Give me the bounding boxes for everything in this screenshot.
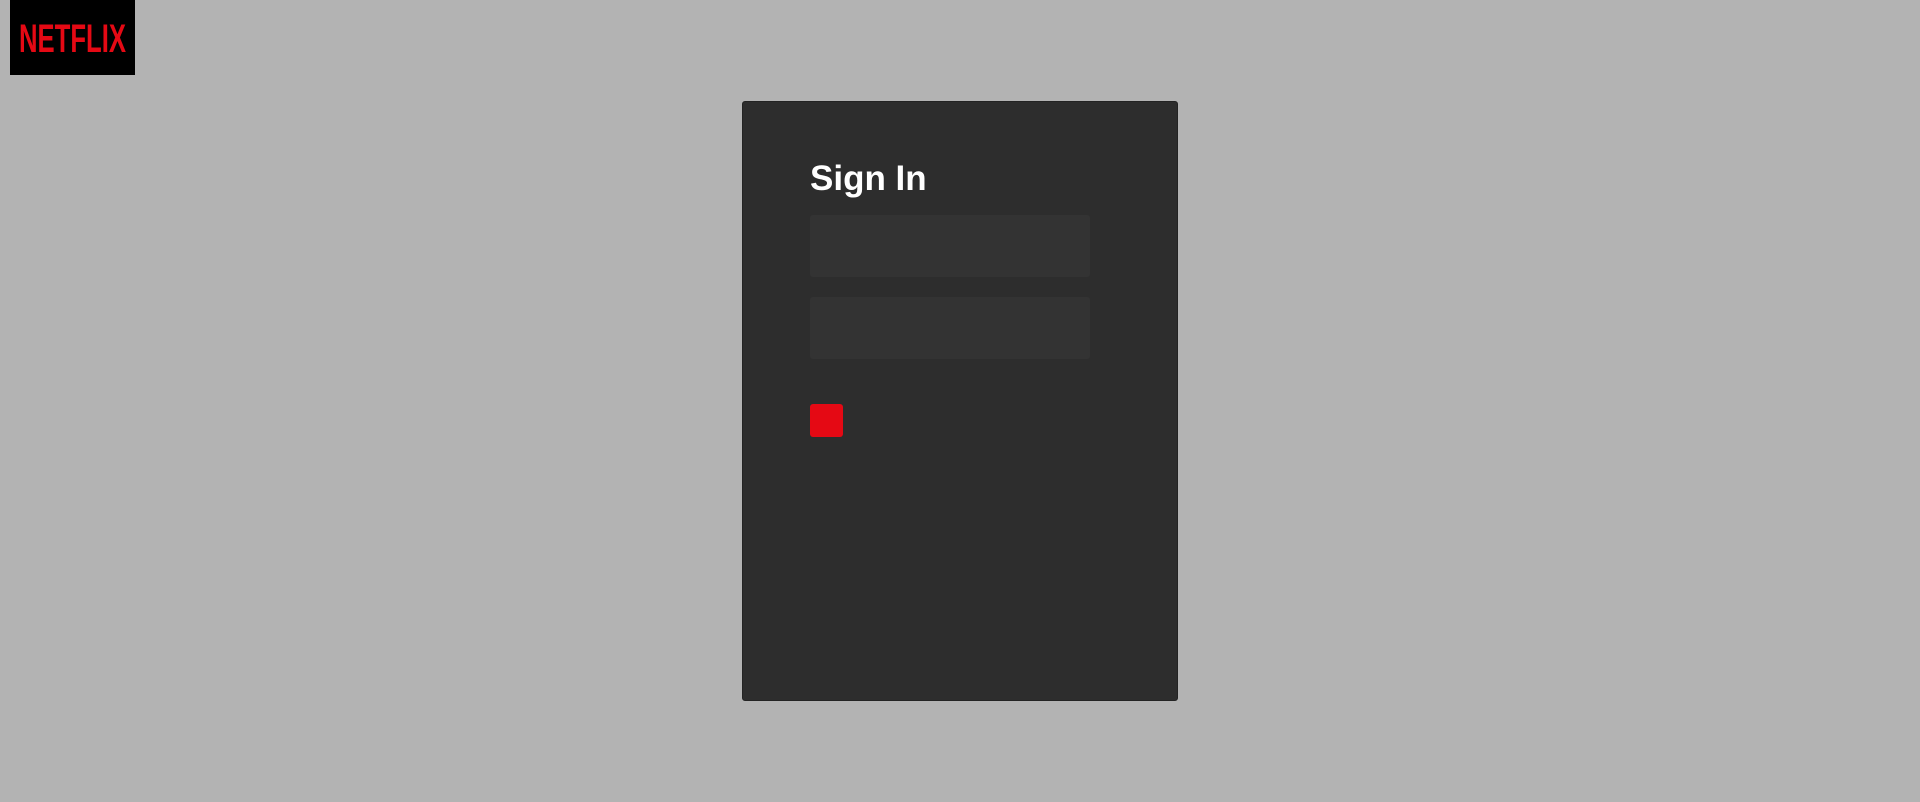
signin-card: Sign In [742, 101, 1178, 701]
signin-title: Sign In [810, 159, 927, 198]
sign-in-button[interactable] [810, 404, 843, 437]
netflix-logo-wordmark: NETFLIX [19, 19, 126, 57]
svg-text:NETFLIX: NETFLIX [19, 19, 126, 57]
netflix-logo[interactable]: NETFLIX [10, 0, 135, 75]
email-field[interactable] [810, 215, 1090, 277]
password-field[interactable] [810, 297, 1090, 359]
